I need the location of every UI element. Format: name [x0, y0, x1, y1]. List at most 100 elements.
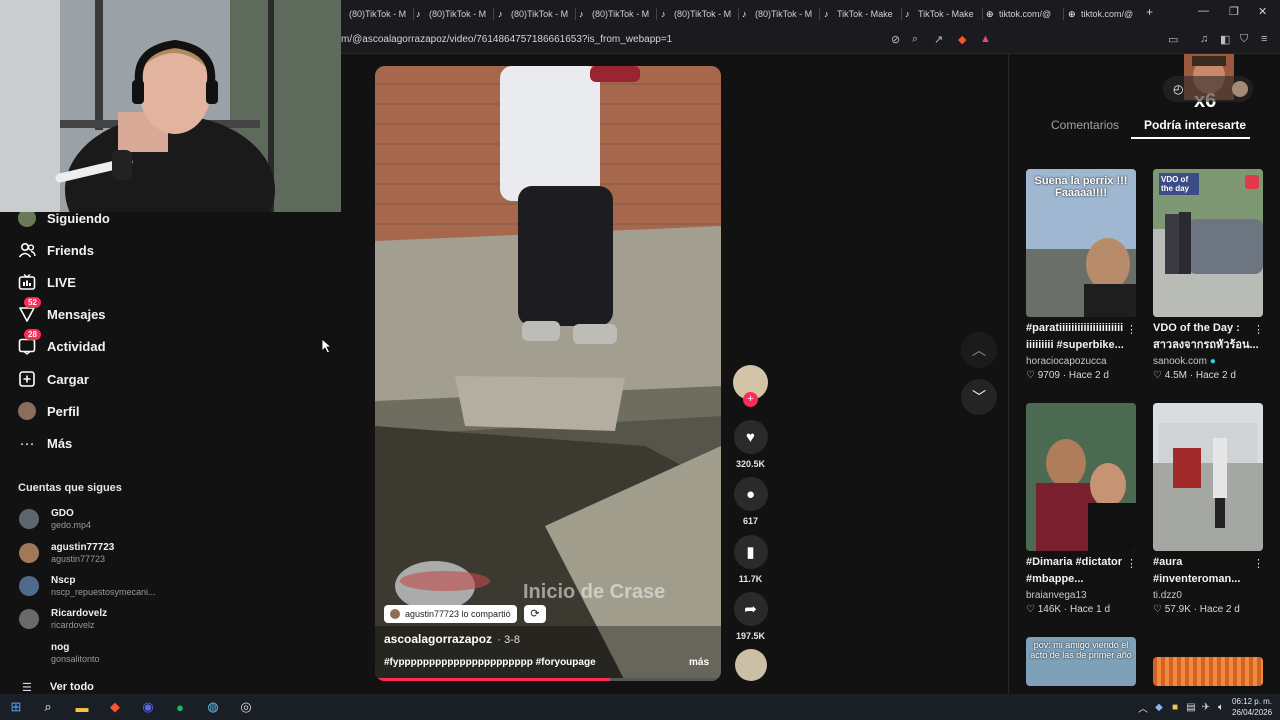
panel-icon[interactable]: ◧ [1220, 33, 1230, 46]
followed-account[interactable]: GDO gedo.mp4 [19, 505, 91, 533]
obs-icon[interactable]: ◎ [237, 698, 255, 716]
windows-start-icon[interactable]: ⊞ [7, 698, 25, 716]
chevron-down-icon: ﹀ [972, 389, 986, 405]
zoom-icon[interactable]: ⌕ [912, 33, 918, 46]
menu-icon[interactable]: ≡ [1261, 33, 1267, 45]
repost-icon[interactable]: ⟳ [524, 605, 546, 623]
tab-podria-interesarte[interactable]: Podría interesarte [1144, 118, 1246, 132]
card-options-icon[interactable]: ⋮ [1126, 323, 1137, 336]
brave-shield-icon[interactable]: ◆ [958, 33, 966, 46]
suggested-video-card[interactable]: pov: mi amigo viendo el acto de las de p… [1026, 637, 1136, 686]
sidebar-item-mas[interactable]: ··· Más [18, 431, 73, 455]
music-icon[interactable]: ♫ [1200, 33, 1208, 45]
browser-tab[interactable]: ♪(80)TikTok - M [336, 3, 414, 25]
shared-by-chip[interactable]: agustin77723 lo compartió [384, 605, 517, 623]
browser-tab-active[interactable]: ⊕ tiktok.com/@ [986, 3, 1064, 25]
next-video-button[interactable]: ﹀ [961, 379, 997, 415]
sidebar-toggle-icon[interactable]: ▭ [1168, 33, 1178, 46]
user-avatar[interactable] [1232, 81, 1248, 97]
browser-tab[interactable]: ♪(80)TikTok - M [661, 3, 739, 25]
video-author[interactable]: ascoalagorrazapoz · 3-8 [384, 632, 520, 646]
url-field[interactable]: m/@ascoalagorrazapoz/video/7614864757186… [341, 34, 672, 45]
music-disc-button[interactable] [733, 649, 768, 681]
sidebar-item-live[interactable]: LIVE [18, 270, 76, 294]
globe-icon: ⊕ [1068, 8, 1076, 19]
share-icon[interactable]: ↗ [934, 33, 943, 46]
profile-avatar [18, 402, 36, 420]
more-link[interactable]: más [689, 657, 709, 668]
share-arrow-icon: ➦ [733, 592, 768, 626]
followed-account[interactable]: Nscp nscp_repuestosymecani... [19, 572, 156, 600]
comment-button[interactable]: ● 617 [733, 477, 768, 526]
browser-tab[interactable]: ⊕ tiktok.com/@ [1068, 3, 1144, 25]
translate-icon[interactable]: ⊘ [891, 33, 900, 46]
video-thumbnail: pov: mi amigo viendo el acto de las de p… [1026, 637, 1136, 686]
volume-icon[interactable]: 🔈︎ [1212, 698, 1230, 716]
share-count: 197.5K [735, 631, 766, 641]
discord-icon[interactable]: ◉ [139, 698, 157, 716]
suggested-video-card[interactable]: VDO of the day VDO of the Day : สาวลงจาก… [1153, 169, 1263, 381]
like-button[interactable]: ♥ 320.5K [733, 420, 768, 469]
file-explorer-icon[interactable]: ▬ [73, 698, 91, 716]
followed-account[interactable]: Ricardovelz ricardovelz [19, 605, 107, 633]
author-avatar-button[interactable]: + [733, 365, 768, 407]
sidebar-item-mensajes[interactable]: 52 Mensajes [18, 297, 106, 326]
heart-outline-icon: ♡ [1153, 604, 1165, 615]
bookmark-icon: ▮ [733, 535, 768, 569]
sidebar-item-label: Actividad [47, 338, 106, 354]
follow-plus-icon[interactable]: + [743, 392, 758, 407]
sidebar-item-label: Más [47, 435, 73, 451]
tab-comentarios[interactable]: Comentarios [1051, 118, 1119, 132]
avatar: + [733, 365, 768, 407]
globe-icon: ⊕ [986, 8, 994, 19]
sidebar-item-label: LIVE [47, 274, 76, 290]
sidebar-item-friends[interactable]: Friends [18, 238, 94, 262]
video-player[interactable]: Inicio de Crase agustin77723 lo comparti… [375, 66, 721, 681]
followed-account[interactable]: nog gonsalitonto [19, 639, 100, 667]
rewards-icon[interactable]: ▲ [980, 33, 991, 45]
video-thumbnail [1153, 403, 1263, 551]
sidebar-item-actividad[interactable]: 28 Actividad [18, 329, 106, 358]
browser-tab[interactable]: ♪ TikTok - Make [824, 3, 902, 25]
following-accounts-title: Cuentas que sigues [18, 482, 122, 494]
brave-browser-icon[interactable]: ◆ [106, 698, 124, 716]
suggested-video-card[interactable]: #aura #inventeroman... ti.dzz0 ♡ 57.9K ·… [1153, 403, 1263, 615]
browser-tab[interactable]: ♪(80)TikTok - M [416, 3, 494, 25]
taskbar: ⊞ ⌕ ▬ ◆ ◉ ● ◍ ◎ ︿ ◆ ■ ▤ ✈ 🔈︎ 06:12 p. m.… [0, 694, 1280, 720]
browser-tab[interactable]: ♪(80)TikTok - M [742, 3, 820, 25]
steam-icon[interactable]: ◍ [204, 698, 222, 716]
new-tab-button[interactable]: + [1146, 5, 1153, 19]
sidebar-item-perfil[interactable]: Perfil [18, 399, 80, 423]
friends-icon [18, 241, 36, 259]
browser-tab[interactable]: ♪(80)TikTok - M [498, 3, 576, 25]
suggested-video-card[interactable] [1153, 657, 1263, 686]
sidebar-item-label: Friends [47, 242, 94, 258]
share-button[interactable]: ➦ 197.5K [733, 592, 768, 641]
card-options-icon[interactable]: ⋮ [1126, 557, 1137, 570]
card-options-icon[interactable]: ⋮ [1253, 557, 1264, 570]
active-tab-underline [1131, 137, 1250, 139]
search-icon[interactable]: ⌕ [39, 698, 57, 716]
video-caption[interactable]: #fypppppppppppppppppppppp #foryoupage [384, 657, 596, 668]
followed-account[interactable]: agustin77723 agustin77723 [19, 539, 114, 567]
save-button[interactable]: ▮ 11.7K [733, 535, 768, 584]
minimize-icon[interactable]: — [1198, 5, 1209, 17]
webcam-overlay [0, 0, 341, 212]
sidebar-item-cargar[interactable]: Cargar [18, 367, 89, 391]
tiktok-icon: ♪ [661, 8, 666, 19]
browser-tab[interactable]: ♪ TikTok - Make [905, 3, 983, 25]
suggested-video-card[interactable]: #Dimaria #dictator #mbappe... braianvega… [1026, 403, 1136, 615]
close-icon[interactable]: ✕ [1258, 5, 1267, 18]
previous-video-button[interactable]: ︿ [961, 332, 997, 368]
video-thumbnail: Suena la perrix !!! Faaaaa!!!! [1026, 169, 1136, 317]
progress-track[interactable] [375, 678, 721, 681]
webcam-image [0, 0, 341, 212]
spotify-icon[interactable]: ● [171, 698, 189, 716]
maximize-icon[interactable]: ❐ [1229, 5, 1239, 18]
vpn-icon[interactable]: ⛉ [1240, 33, 1248, 46]
card-options-icon[interactable]: ⋮ [1253, 323, 1264, 336]
suggested-video-card[interactable]: Suena la perrix !!! Faaaaa!!!! #paratiii… [1026, 169, 1136, 381]
browser-tab[interactable]: ♪(80)TikTok - M [579, 3, 657, 25]
system-clock[interactable]: 06:12 p. m. 26/04/2026 [1232, 696, 1272, 718]
tiktok-icon: ♪ [905, 8, 910, 19]
